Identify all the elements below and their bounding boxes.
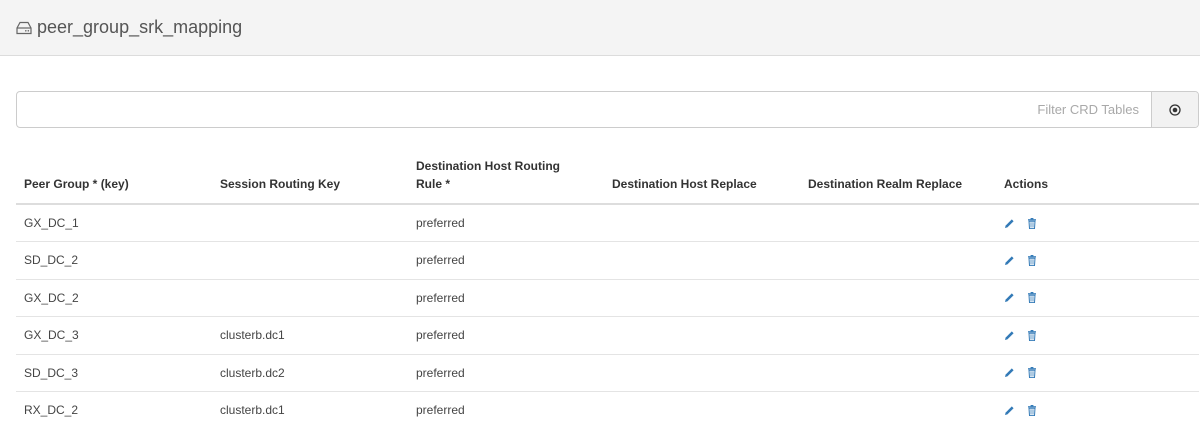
crd-table-page: peer_group_srk_mapping Peer Group * (key… xyxy=(0,0,1200,423)
filter-input[interactable] xyxy=(17,92,1151,127)
row-actions xyxy=(1004,217,1191,229)
table-body: GX_DC_1 preferred SD_DC_2 preferred GX_D… xyxy=(16,204,1199,423)
table-row: GX_DC_3 clusterb.dc1 preferred xyxy=(16,316,1199,355)
cell-destination-host-routing-rule: preferred xyxy=(408,279,604,317)
cell-session-routing-key xyxy=(212,279,408,317)
cell-session-routing-key xyxy=(212,241,408,280)
cell-destination-host-routing-rule: preferred xyxy=(408,354,604,392)
delete-trash-icon[interactable] xyxy=(1027,292,1037,304)
cell-destination-host-replace xyxy=(604,204,800,242)
cell-actions xyxy=(996,279,1199,317)
cell-destination-realm-replace xyxy=(800,354,996,392)
table-row: RX_DC_2 clusterb.dc1 preferred xyxy=(16,391,1199,423)
cell-actions xyxy=(996,204,1199,242)
edit-pencil-icon[interactable] xyxy=(1004,330,1015,341)
row-actions xyxy=(1004,254,1191,266)
cell-destination-host-replace xyxy=(604,391,800,423)
cell-destination-realm-replace xyxy=(800,391,996,423)
delete-trash-icon[interactable] xyxy=(1027,367,1037,379)
cell-destination-realm-replace xyxy=(800,316,996,355)
table-row: SD_DC_3 clusterb.dc2 preferred xyxy=(16,354,1199,392)
column-header-destination-host-replace[interactable]: Destination Host Replace xyxy=(604,148,800,205)
delete-trash-icon[interactable] xyxy=(1027,254,1037,266)
edit-pencil-icon[interactable] xyxy=(1004,218,1015,229)
row-actions xyxy=(1004,292,1191,304)
page-header: peer_group_srk_mapping xyxy=(0,0,1200,56)
column-header-peer-group[interactable]: Peer Group * (key) xyxy=(16,148,212,205)
cell-destination-host-replace xyxy=(604,279,800,317)
cell-actions xyxy=(996,354,1199,392)
table-row: GX_DC_1 preferred xyxy=(16,204,1199,242)
cell-destination-host-replace xyxy=(604,241,800,280)
column-header-actions: Actions xyxy=(996,148,1199,205)
cell-session-routing-key: clusterb.dc1 xyxy=(212,316,408,355)
cell-peer-group: SD_DC_3 xyxy=(16,354,212,392)
cell-peer-group: SD_DC_2 xyxy=(16,241,212,280)
row-actions xyxy=(1004,367,1191,379)
edit-pencil-icon[interactable] xyxy=(1004,292,1015,303)
cell-actions xyxy=(996,316,1199,355)
clear-filter-button[interactable] xyxy=(1151,92,1198,127)
crd-table: Peer Group * (key) Session Routing Key D… xyxy=(16,148,1199,423)
cell-destination-host-routing-rule: preferred xyxy=(408,391,604,423)
cell-destination-host-replace xyxy=(604,316,800,355)
column-header-session-routing-key[interactable]: Session Routing Key xyxy=(212,148,408,205)
cell-destination-host-routing-rule: preferred xyxy=(408,204,604,242)
cell-destination-host-replace xyxy=(604,354,800,392)
delete-trash-icon[interactable] xyxy=(1027,404,1037,416)
page-title: peer_group_srk_mapping xyxy=(37,17,243,37)
edit-pencil-icon[interactable] xyxy=(1004,367,1015,378)
edit-pencil-icon[interactable] xyxy=(1004,255,1015,266)
row-actions xyxy=(1004,404,1191,416)
table-header-row: Peer Group * (key) Session Routing Key D… xyxy=(16,148,1199,205)
cell-session-routing-key: clusterb.dc2 xyxy=(212,354,408,392)
delete-trash-icon[interactable] xyxy=(1027,217,1037,229)
cell-peer-group: GX_DC_3 xyxy=(16,316,212,355)
cell-destination-realm-replace xyxy=(800,241,996,280)
cell-actions xyxy=(996,391,1199,423)
cell-destination-realm-replace xyxy=(800,279,996,317)
cell-session-routing-key: clusterb.dc1 xyxy=(212,391,408,423)
hdd-icon xyxy=(16,21,32,35)
row-actions xyxy=(1004,329,1191,341)
edit-pencil-icon[interactable] xyxy=(1004,405,1015,416)
cell-actions xyxy=(996,241,1199,280)
cell-destination-realm-replace xyxy=(800,204,996,242)
cell-session-routing-key xyxy=(212,204,408,242)
cell-peer-group: GX_DC_2 xyxy=(16,279,212,317)
clear-circle-icon xyxy=(1169,103,1181,116)
column-header-destination-host-routing-rule[interactable]: Destination Host Routing Rule * xyxy=(408,148,604,205)
table-row: SD_DC_2 preferred xyxy=(16,241,1199,280)
cell-peer-group: GX_DC_1 xyxy=(16,204,212,242)
column-header-destination-realm-replace[interactable]: Destination Realm Replace xyxy=(800,148,996,205)
filter-bar xyxy=(16,91,1199,128)
cell-peer-group: RX_DC_2 xyxy=(16,391,212,423)
cell-destination-host-routing-rule: preferred xyxy=(408,241,604,280)
delete-trash-icon[interactable] xyxy=(1027,329,1037,341)
table-row: GX_DC_2 preferred xyxy=(16,279,1199,317)
cell-destination-host-routing-rule: preferred xyxy=(408,316,604,355)
